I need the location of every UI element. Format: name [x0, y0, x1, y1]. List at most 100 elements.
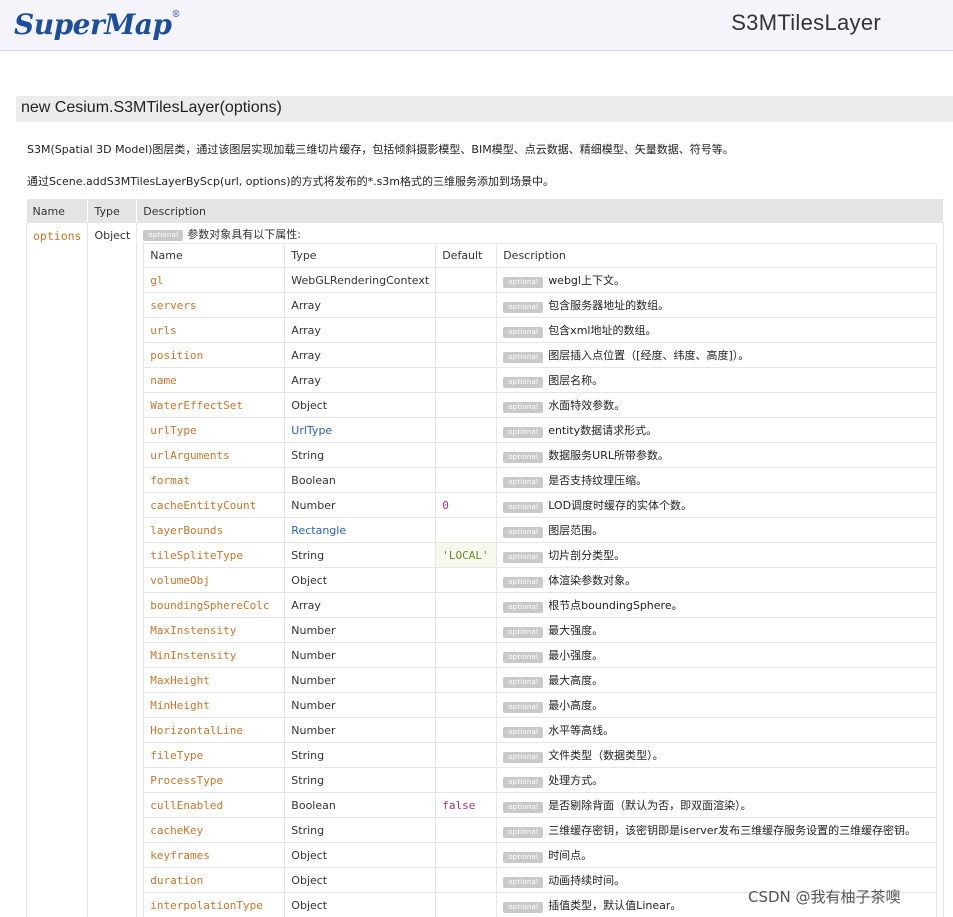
col-header-name: Name — [26, 199, 89, 223]
property-description: 动画持续时间。 — [548, 874, 626, 887]
usage-description: 通过Scene.addS3MTilesLayerByScp(url, optio… — [27, 175, 555, 188]
property-description: 最大高度。 — [548, 674, 604, 687]
property-type-link[interactable]: Rectangle — [284, 517, 437, 543]
property-default — [435, 567, 498, 593]
property-description: 水平等高线。 — [548, 724, 615, 737]
property-row: boundingSphereColc Array optional 根节点boundi… — [143, 592, 938, 618]
csdn-watermark: CSDN @我有柚子茶噢 — [748, 888, 901, 906]
property-description-cell: optional webgl上下文。 — [496, 267, 938, 293]
property-description: 是否剔除背面（默认为否，即双面渲染）。 — [548, 799, 752, 812]
property-row: MinHeight Number optional 最小高度。 — [143, 692, 938, 718]
param-description-cell: optional 参数对象具有以下属性: Name Type Default De… — [136, 223, 945, 917]
property-row: WaterEffectSet Object optional 水面特效参数。 — [143, 392, 938, 418]
property-row: position Array optional 图层插入点位置（[经度、纬度、高度]）… — [143, 342, 938, 368]
optional-badge: optional — [503, 652, 544, 663]
property-type: WebGLRenderingContext — [284, 267, 437, 293]
property-row: volumeObj Object optional 体渲染参数对象。 — [143, 567, 938, 593]
property-name: tileSpliteType — [143, 542, 286, 568]
property-description-cell: optional entity数据请求形式。 — [496, 417, 938, 443]
property-description-cell: optional 最大高度。 — [496, 667, 938, 693]
property-row: tileSpliteType String 'LOCAL' optional 切片剖分类… — [143, 542, 938, 568]
optional-badge: optional — [503, 352, 544, 363]
constructor-signature: new Cesium.S3MTilesLayer(options) — [21, 99, 282, 116]
property-row: servers Array optional 包含服务器地址的数组。 — [143, 292, 938, 318]
col-header-description: Description — [136, 199, 945, 223]
property-type: Boolean — [284, 792, 437, 818]
property-name: urls — [143, 317, 286, 343]
property-description-cell: optional 切片剖分类型。 — [496, 542, 938, 568]
param-type: Object — [87, 223, 138, 917]
property-type: Number — [284, 667, 437, 693]
property-description: 最大强度。 — [548, 624, 604, 637]
property-name: HorizontalLine — [143, 717, 286, 743]
property-type: Object — [284, 892, 437, 917]
optional-badge: optional — [503, 377, 544, 388]
property-name: duration — [143, 867, 286, 893]
property-row: MaxHeight Number optional 最大高度。 — [143, 667, 938, 693]
property-row: gl WebGLRenderingContext optional webgl上下文。 — [143, 267, 938, 293]
property-description-cell: optional 水面特效参数。 — [496, 392, 938, 418]
property-row: layerBounds Rectangle optional 图层范围。 — [143, 517, 938, 543]
optional-badge: optional — [503, 577, 544, 588]
property-row: keyframes Object optional 时间点。 — [143, 842, 938, 868]
property-name: cacheKey — [143, 817, 286, 843]
property-default — [435, 617, 498, 643]
property-name: fileType — [143, 742, 286, 768]
registered-mark: ® — [171, 10, 180, 20]
property-type: Object — [284, 867, 437, 893]
property-type-link[interactable]: UrlType — [284, 417, 437, 443]
property-description: 包含xml地址的数组。 — [548, 324, 657, 337]
property-description: 是否支持纹理压缩。 — [548, 474, 648, 487]
property-default — [435, 817, 498, 843]
property-description-cell: optional 最大强度。 — [496, 617, 938, 643]
optional-badge: optional — [503, 452, 544, 463]
optional-badge: optional — [503, 677, 544, 688]
property-type: Array — [284, 592, 437, 618]
param-description: optional 参数对象具有以下属性: — [143, 226, 937, 243]
property-type: Array — [284, 342, 437, 368]
property-type: Object — [284, 567, 437, 593]
property-name: boundingSphereColc — [143, 592, 286, 618]
property-description: 体渲染参数对象。 — [548, 574, 637, 587]
property-default — [435, 592, 498, 618]
property-type: String — [284, 742, 437, 768]
property-default — [435, 442, 498, 468]
property-description-cell: optional 图层插入点位置（[经度、纬度、高度]）。 — [496, 342, 938, 368]
property-name: cacheEntityCount — [143, 492, 286, 518]
optional-badge: optional — [503, 552, 544, 563]
property-default — [435, 842, 498, 868]
property-description: 插值类型，默认值Linear。 — [548, 899, 682, 912]
optional-badge: optional — [503, 627, 544, 638]
property-name: ProcessType — [143, 767, 286, 793]
property-default — [435, 317, 498, 343]
optional-badge: optional — [503, 827, 544, 838]
property-row: cacheEntityCount Number 0 optional LOD调度时缓存的… — [143, 492, 938, 518]
supermap-logo[interactable]: SuperMap® — [14, 8, 180, 41]
properties-table: Name Type Default Description gl WebGLRen… — [143, 243, 938, 917]
optional-badge: optional — [503, 502, 544, 513]
property-description: 包含服务器地址的数组。 — [548, 299, 670, 312]
property-description-cell: optional 根节点boundingSphere。 — [496, 592, 938, 618]
property-row: urlType UrlType optional entity数据请求形式。 — [143, 417, 938, 443]
property-default — [435, 742, 498, 768]
optional-badge: optional — [503, 752, 544, 763]
optional-badge: optional — [503, 602, 544, 613]
col-header-name: Name — [143, 243, 286, 268]
params-header-row: Name Type Description — [26, 199, 945, 223]
optional-badge: optional — [503, 802, 544, 813]
property-name: name — [143, 367, 286, 393]
property-description-cell: optional 文件类型（数据类型）。 — [496, 742, 938, 768]
property-row: cacheKey String optional 三维缓存密钥，该密钥即是iserve… — [143, 817, 938, 843]
property-type: Object — [284, 842, 437, 868]
property-type: Number — [284, 692, 437, 718]
property-default — [435, 392, 498, 418]
property-default — [435, 642, 498, 668]
property-row: MinInstensity Number optional 最小强度。 — [143, 642, 938, 668]
property-description: entity数据请求形式。 — [548, 424, 658, 437]
property-row: format Boolean optional 是否支持纹理压缩。 — [143, 467, 938, 493]
optional-badge: optional — [503, 402, 544, 413]
property-name: position — [143, 342, 286, 368]
property-description: 三维缓存密钥，该密钥即是iserver发布三维缓存服务设置的三维缓存密钥。 — [548, 824, 917, 837]
optional-badge: optional — [503, 702, 544, 713]
property-name: format — [143, 467, 286, 493]
